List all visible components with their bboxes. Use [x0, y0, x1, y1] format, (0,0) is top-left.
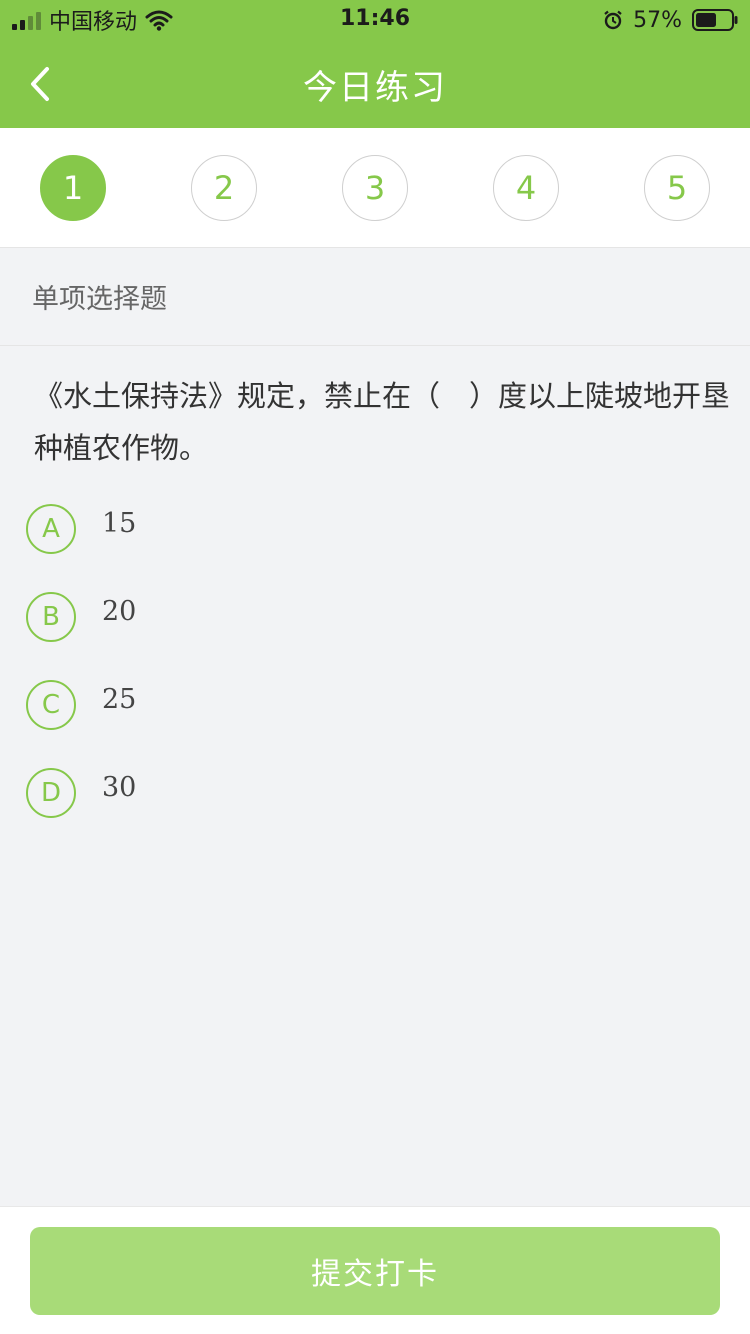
header: 中国移动 11:46 57% 今日练习 [0, 0, 750, 128]
chevron-left-icon [31, 67, 49, 101]
step-5[interactable]: 5 [644, 154, 710, 221]
option-text: 30 [102, 772, 137, 803]
alarm-clock-icon [604, 10, 622, 30]
option-text: 25 [102, 684, 137, 715]
option-letter: C [26, 680, 76, 730]
option-b[interactable]: B 20 [26, 592, 726, 680]
step-2[interactable]: 2 [191, 154, 257, 221]
status-right: 57% [603, 6, 738, 34]
status-bar: 中国移动 11:46 57% [0, 0, 750, 40]
step-4[interactable]: 4 [493, 154, 559, 221]
page-title: 今日练习 [303, 67, 447, 108]
option-c[interactable]: C 25 [26, 680, 726, 768]
nav-bar: 今日练习 [0, 40, 750, 128]
battery-percent: 57% [633, 7, 682, 33]
option-letter: B [26, 592, 76, 642]
battery-icon [692, 9, 738, 31]
options-list: A 15 B 20 C 25 D 30 [26, 504, 726, 856]
option-text: 15 [102, 508, 137, 539]
submit-checkin-button[interactable]: 提交打卡 [30, 1227, 720, 1315]
footer: 提交打卡 [0, 1206, 750, 1334]
question-type: 单项选择题 [0, 248, 750, 346]
option-d[interactable]: D 30 [26, 768, 726, 856]
question-stem: 《水土保持法》规定，禁止在（ ）度以上陡坡地开垦种植农作物。 [34, 379, 731, 465]
option-text: 20 [102, 596, 137, 627]
back-button[interactable] [24, 62, 56, 106]
option-a[interactable]: A 15 [26, 504, 726, 592]
option-letter: A [26, 504, 76, 554]
page: 中国移动 11:46 57% 今日练习 1 2 3 4 5 单项选择题 《水土保… [0, 0, 750, 1334]
step-3[interactable]: 3 [342, 154, 408, 221]
step-1[interactable]: 1 [40, 154, 106, 221]
question-stepper: 1 2 3 4 5 [0, 128, 750, 248]
option-letter: D [26, 768, 76, 818]
